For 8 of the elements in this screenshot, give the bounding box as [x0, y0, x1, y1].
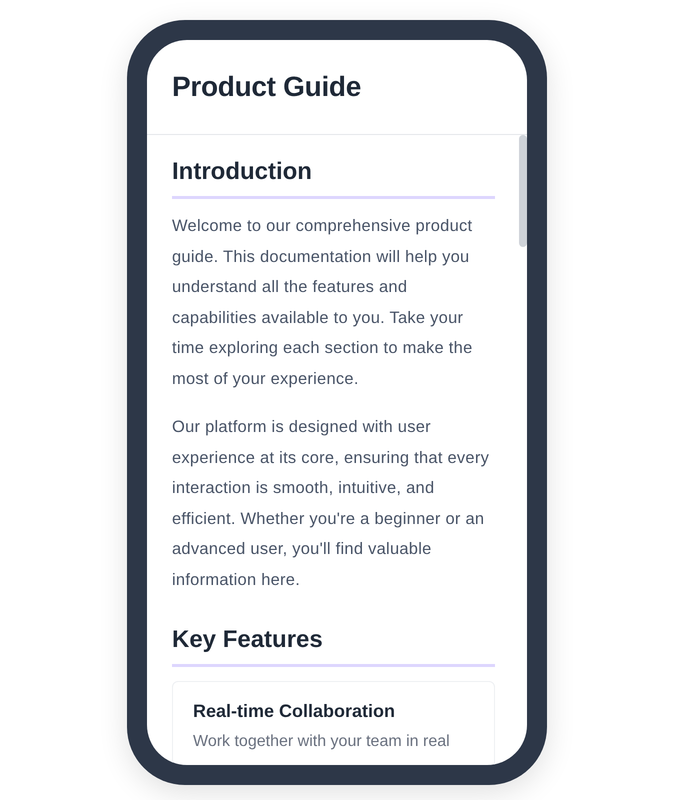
paragraph: Our platform is designed with user experience at its core, ensuring that every interaction is smooth, intuitive, and efficient. Whether you're a beginner or an advanced user, you'll find valuable information here. — [172, 417, 490, 590]
scrollbar-thumb[interactable] — [519, 135, 527, 247]
page-title: Product Guide — [172, 71, 361, 103]
section-heading: Introduction — [172, 157, 495, 199]
section-heading: Key Features — [172, 625, 495, 667]
paragraph: Welcome to our comprehensive product guide. This documentation will help you understand all the features and capabilities available to you. Take your time exploring each section to make the most of your experience. — [172, 216, 474, 390]
feature-description: Work together with your team in real — [193, 732, 451, 752]
feature-title: Real-time Collaboration — [193, 700, 396, 723]
